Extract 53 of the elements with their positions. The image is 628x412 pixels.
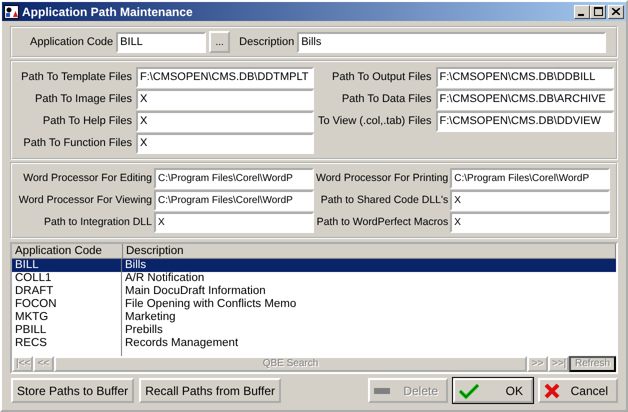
field-label: Path To Image Files: [34, 92, 132, 108]
path-field[interactable]: X: [136, 89, 314, 110]
action-button[interactable]: Store Paths to Buffer: [11, 378, 134, 403]
list-row[interactable]: COLL1 A/R Notification: [12, 272, 616, 285]
code-field[interactable]: BILL: [116, 32, 206, 52]
path-field[interactable]: C:\Program Files\Corel\WordP: [450, 168, 610, 189]
path-field[interactable]: X: [136, 133, 314, 154]
action-button[interactable]: Recall Paths from Buffer: [139, 378, 282, 403]
app-icon: [4, 4, 19, 18]
path-field[interactable]: F:\CMSOPEN\CMS.DB\DDBILL: [436, 67, 614, 88]
path-field[interactable]: X: [450, 212, 610, 233]
minimize-icon: [578, 14, 584, 16]
path-field[interactable]: F:\CMSOPEN\CMS.DB\DDVIEW: [436, 111, 614, 132]
lookup-button[interactable]: ...: [209, 31, 230, 53]
path-field[interactable]: F:\CMSOPEN\CMS.DB\ARCHIVE: [436, 89, 614, 110]
path-field[interactable]: F:\CMSOPEN\CMS.DB\DDTMPLT: [136, 67, 314, 88]
cancel-icon: [544, 382, 560, 398]
description-field[interactable]: Bills: [297, 32, 606, 52]
close-button[interactable]: [608, 4, 624, 18]
cancel-button[interactable]: Cancel: [538, 378, 618, 403]
window-title: Application Path Maintenance: [22, 4, 194, 20]
ok-button[interactable]: OK: [453, 378, 533, 403]
check-icon: [459, 382, 479, 398]
field-label: Word Processor For Printing: [316, 170, 448, 186]
field-label: Word Processor For Viewing: [18, 192, 152, 208]
field-label: Word Processor For Editing: [22, 170, 152, 186]
minimize-button[interactable]: [574, 4, 590, 18]
list-row[interactable]: RECS Records Management: [12, 337, 616, 350]
field-label: To View (.col,.tab) Files: [318, 114, 432, 130]
field-label: Description: [239, 34, 294, 50]
list-row[interactable]: BILL Bills: [12, 259, 616, 272]
field-label: Path To Function Files: [22, 136, 132, 152]
field-label: Path to WordPerfect Macros: [316, 214, 448, 230]
maximize-icon: [594, 7, 602, 16]
field-label: Path To Template Files: [20, 70, 132, 86]
field-label: Path To Output Files: [331, 70, 432, 86]
field-label: Application Code: [30, 34, 114, 50]
list-row[interactable]: MKTG Marketing: [12, 311, 616, 324]
path-field[interactable]: X: [136, 111, 314, 132]
field-label: Path to Integration DLL: [43, 214, 152, 230]
path-field[interactable]: C:\Program Files\Corel\WordP: [154, 168, 314, 189]
list-row[interactable]: PBILL Prebills: [12, 324, 616, 337]
list-row[interactable]: DRAFT Main DocuDraft Information: [12, 285, 616, 298]
path-field[interactable]: X: [154, 212, 314, 233]
path-field[interactable]: C:\Program Files\Corel\WordP: [154, 190, 314, 211]
list-row[interactable]: FOCON File Opening with Conflicts Memo: [12, 298, 616, 311]
field-label: Path To Help Files: [42, 114, 132, 130]
close-icon: [612, 8, 620, 15]
maximize-button[interactable]: [590, 4, 606, 18]
minus-icon: [374, 386, 390, 394]
field-label: Path to Shared Code DLL's: [320, 192, 448, 208]
path-field[interactable]: X: [450, 190, 610, 211]
field-label: Path To Data Files: [340, 92, 432, 108]
